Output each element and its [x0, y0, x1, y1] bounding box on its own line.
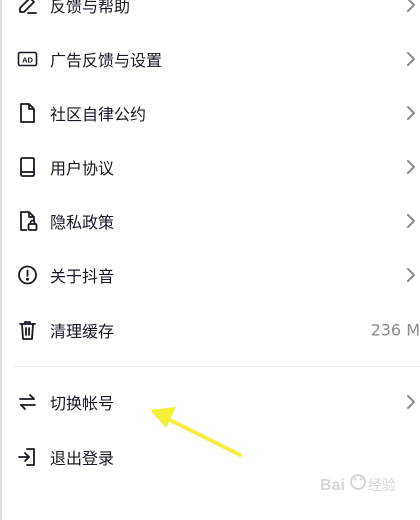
menu-item-about[interactable]: 关于抖音 [0, 248, 420, 302]
menu-item-privacy-policy[interactable]: 隐私政策 [0, 194, 420, 248]
chevron-right-icon [407, 106, 415, 120]
menu-item-community-guidelines[interactable]: 社区自律公约 [0, 86, 420, 140]
menu-item-label: 退出登录 [50, 449, 115, 468]
svg-text:Bai: Bai [320, 477, 345, 494]
menu-item-label: 清理缓存 [50, 322, 115, 341]
menu-item-label: 广告反馈与设置 [50, 51, 163, 70]
document-icon [16, 102, 40, 124]
menu-item-label: 反馈与帮助 [50, 0, 131, 16]
menu-item-label: 关于抖音 [50, 267, 115, 286]
menu-item-clear-cache[interactable]: 清理缓存 236 M [0, 303, 420, 357]
chevron-right-icon [407, 0, 415, 12]
chevron-right-icon [407, 52, 415, 66]
menu-item-switch-account[interactable]: 切换帐号 [0, 375, 420, 429]
baidu-watermark-logo: Bai 经验 [320, 474, 396, 494]
chevron-right-icon [407, 268, 415, 282]
info-icon [16, 264, 40, 286]
menu-item-label: 用户协议 [50, 159, 115, 178]
cache-size-value: 236 M [370, 320, 420, 340]
chevron-right-icon [407, 214, 415, 228]
menu-item-feedback-help[interactable]: 反馈与帮助 [0, 0, 420, 32]
svg-text:AD: AD [22, 56, 33, 65]
chevron-right-icon [407, 395, 415, 409]
menu-item-user-agreement[interactable]: 用户协议 [0, 140, 420, 194]
switch-icon [16, 391, 40, 413]
ad-icon: AD [16, 48, 40, 70]
edit-icon [16, 0, 40, 16]
menu-item-label: 社区自律公约 [50, 105, 147, 124]
book-icon [16, 156, 40, 178]
chevron-right-icon [407, 160, 415, 174]
lock-document-icon [16, 210, 40, 232]
section-divider [14, 366, 420, 367]
settings-screen: 反馈与帮助 AD 广告反馈与设置 社区自律公约 用户协议 隐私政策 关于抖音 清… [0, 0, 420, 520]
menu-item-label: 隐私政策 [50, 213, 115, 232]
menu-item-label: 切换帐号 [50, 394, 115, 413]
svg-text:经验: 经验 [368, 478, 396, 494]
menu-item-ad-feedback[interactable]: AD 广告反馈与设置 [0, 32, 420, 86]
logout-icon [16, 446, 40, 468]
trash-icon [16, 319, 40, 341]
